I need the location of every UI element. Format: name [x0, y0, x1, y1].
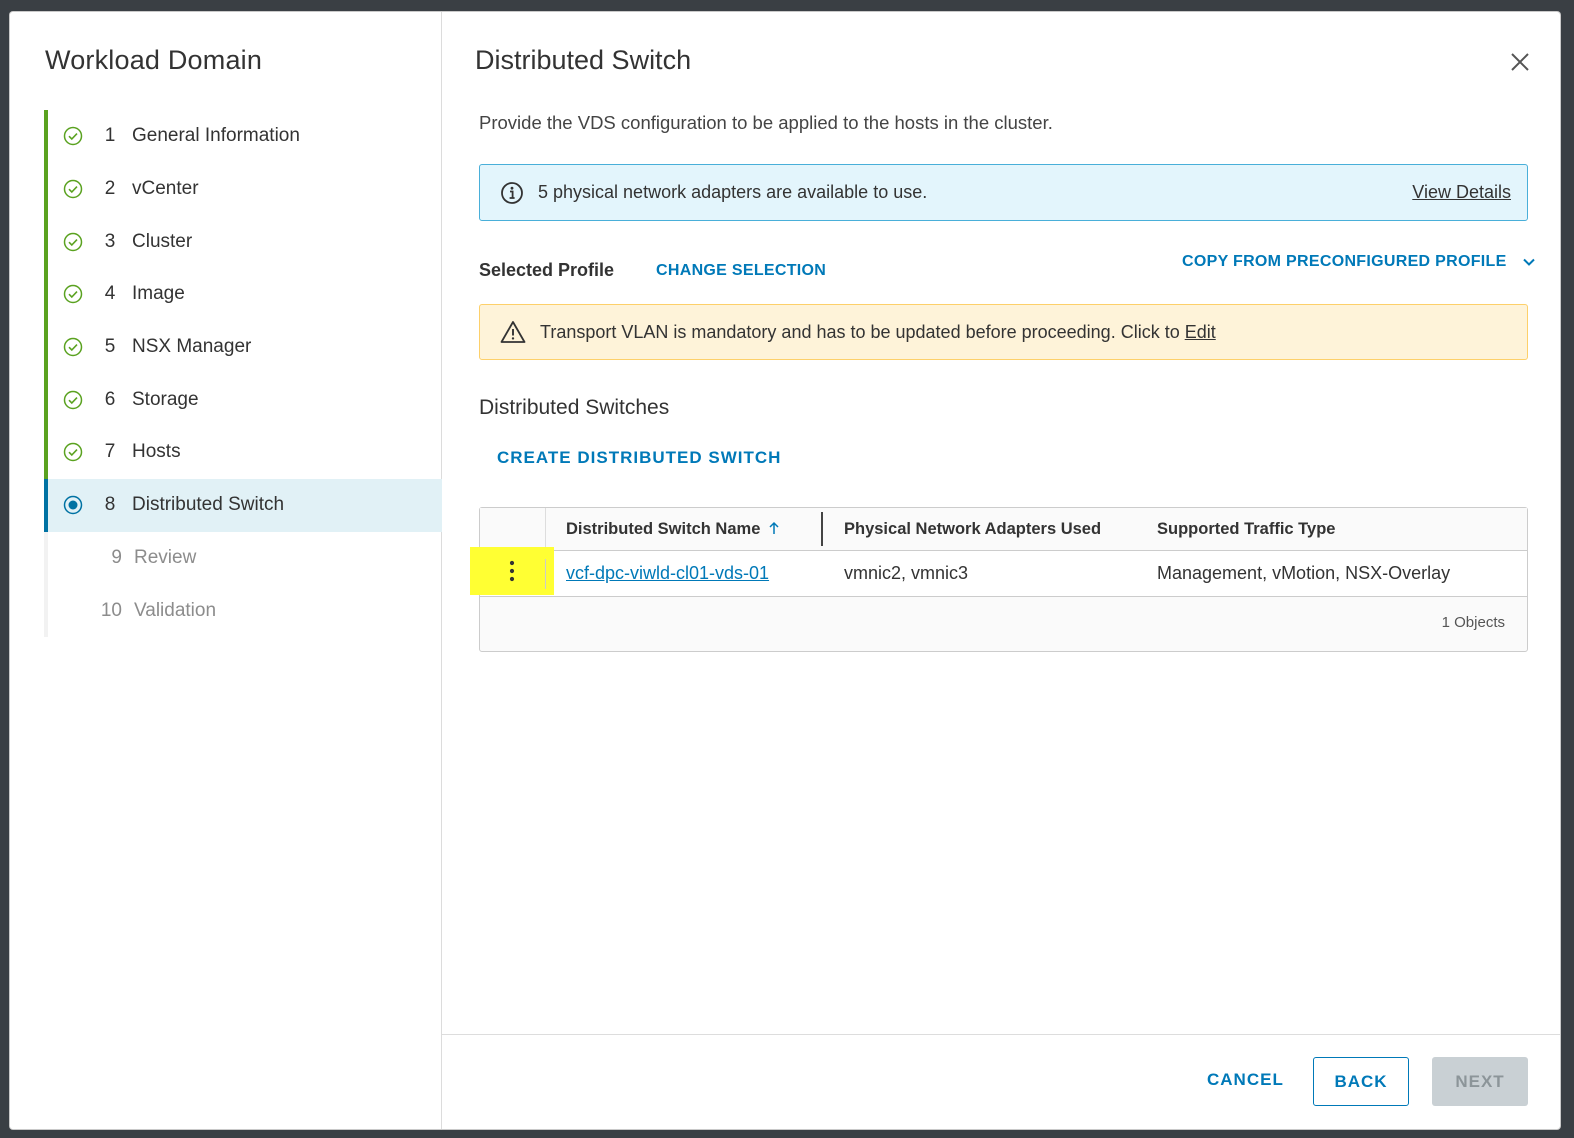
cancel-button[interactable]: CANCEL: [1207, 1070, 1284, 1090]
page-description: Provide the VDS configuration to be appl…: [479, 112, 1053, 133]
column-resize-handle[interactable]: [821, 512, 823, 546]
copy-profile-label: COPY FROM PRECONFIGURED PROFILE: [1182, 253, 1507, 270]
grid-header: Distributed Switch Name Physical Network…: [480, 508, 1527, 551]
adapters-cell: vmnic2, vmnic3: [844, 563, 969, 583]
step-number: 2: [104, 178, 116, 200]
step-number: 6: [104, 388, 116, 410]
step-label: Hosts: [132, 441, 181, 463]
step-label: NSX Manager: [132, 336, 252, 358]
step-storage[interactable]: 6 Storage: [44, 373, 442, 427]
check-circle-icon: [62, 178, 84, 200]
sort-ascending-icon: [769, 521, 779, 534]
chevron-down-icon: [1521, 254, 1537, 270]
column-divider: [545, 508, 546, 551]
edit-link[interactable]: Edit: [1185, 322, 1216, 343]
step-vcenter[interactable]: 2 vCenter: [44, 162, 442, 216]
selected-profile-label: Selected Profile: [479, 260, 615, 280]
step-label: Storage: [132, 388, 199, 410]
close-icon[interactable]: [1508, 50, 1532, 74]
step-hosts[interactable]: 7 Hosts: [44, 426, 442, 479]
next-button: NEXT: [1432, 1057, 1528, 1106]
step-image[interactable]: 4 Image: [44, 268, 442, 321]
step-number: 3: [104, 230, 116, 252]
column-header-adapters[interactable]: Physical Network Adapters Used: [844, 520, 1101, 539]
view-details-link[interactable]: View Details: [1412, 182, 1511, 203]
step-label: Cluster: [132, 230, 193, 252]
warning-banner: Transport VLAN is mandatory and has to b…: [479, 304, 1528, 360]
step-validation: 10 Validation: [44, 584, 442, 637]
step-number: 10: [100, 599, 122, 621]
step-review: 9 Review: [44, 531, 442, 585]
step-number: 5: [104, 336, 116, 358]
column-divider: [545, 559, 546, 589]
step-label: vCenter: [132, 178, 199, 200]
back-button[interactable]: BACK: [1313, 1057, 1409, 1106]
traffic-type-cell: Management, vMotion, NSX-Overlay: [1157, 563, 1451, 583]
close-button[interactable]: [1508, 50, 1532, 74]
step-label: Validation: [134, 599, 217, 621]
warning-icon: [500, 321, 526, 343]
distributed-switch-grid: Distributed Switch Name Physical Network…: [470, 507, 1528, 652]
radio-dot-icon: [62, 494, 84, 516]
check-circle-icon: [62, 389, 84, 411]
create-distributed-switch-button[interactable]: CREATE DISTRIBUTED SWITCH: [497, 448, 781, 468]
table-row: vcf-dpc-viwld-cl01-vds-01 vmnic2, vmnic3…: [470, 547, 1527, 597]
copy-from-profile-dropdown[interactable]: COPY FROM PRECONFIGURED PROFILE: [1182, 253, 1537, 271]
wizard-footer: CANCEL BACK NEXT: [442, 1034, 1560, 1129]
section-title: Distributed Switches: [479, 396, 670, 419]
step-nsx-manager[interactable]: 5 NSX Manager: [44, 320, 442, 374]
more-vertical-icon: [509, 560, 515, 582]
workload-domain-wizard: Workload Domain 1 General Information 2 …: [10, 12, 1560, 1129]
step-label: Review: [134, 546, 197, 568]
column-header-label: Distributed Switch Name: [566, 520, 761, 538]
step-general-information[interactable]: 1 General Information: [44, 110, 442, 163]
wizard-main: Distributed Switch Provide the VDS confi…: [442, 12, 1560, 1129]
check-circle-icon: [62, 231, 84, 253]
row-actions-button[interactable]: [470, 547, 554, 595]
info-icon: [501, 181, 523, 204]
wizard-steps: 1 General Information 2 vCenter 3 Cluste…: [44, 110, 442, 637]
step-label: Image: [132, 283, 185, 305]
step-number: 8: [104, 494, 116, 516]
column-header-switch-name[interactable]: Distributed Switch Name: [566, 520, 780, 539]
step-number: 4: [104, 283, 116, 305]
step-number: 1: [104, 125, 116, 147]
page-title: Distributed Switch: [475, 45, 692, 75]
step-cluster[interactable]: 3 Cluster: [44, 215, 442, 269]
step-label: Distributed Switch: [132, 494, 285, 516]
switch-name-link[interactable]: vcf-dpc-viwld-cl01-vds-01: [566, 563, 769, 583]
check-circle-icon: [62, 125, 84, 147]
change-selection-button[interactable]: CHANGE SELECTION: [656, 262, 826, 280]
step-number: 7: [104, 441, 116, 463]
warning-banner-text: Transport VLAN is mandatory and has to b…: [540, 321, 1180, 342]
wizard-sidebar: Workload Domain 1 General Information 2 …: [10, 12, 442, 1129]
step-distributed-switch[interactable]: 8 Distributed Switch: [44, 478, 442, 532]
check-circle-icon: [62, 336, 84, 358]
check-circle-icon: [62, 441, 84, 463]
step-label: General Information: [132, 125, 300, 147]
info-banner: 5 physical network adapters are availabl…: [479, 164, 1528, 221]
check-circle-icon: [62, 283, 84, 305]
column-header-traffic-type[interactable]: Supported Traffic Type: [1157, 520, 1335, 539]
info-banner-text: 5 physical network adapters are availabl…: [538, 182, 928, 202]
grid-object-count: 1 Objects: [1441, 614, 1505, 631]
wizard-title: Workload Domain: [45, 45, 263, 75]
step-number: 9: [111, 546, 122, 568]
